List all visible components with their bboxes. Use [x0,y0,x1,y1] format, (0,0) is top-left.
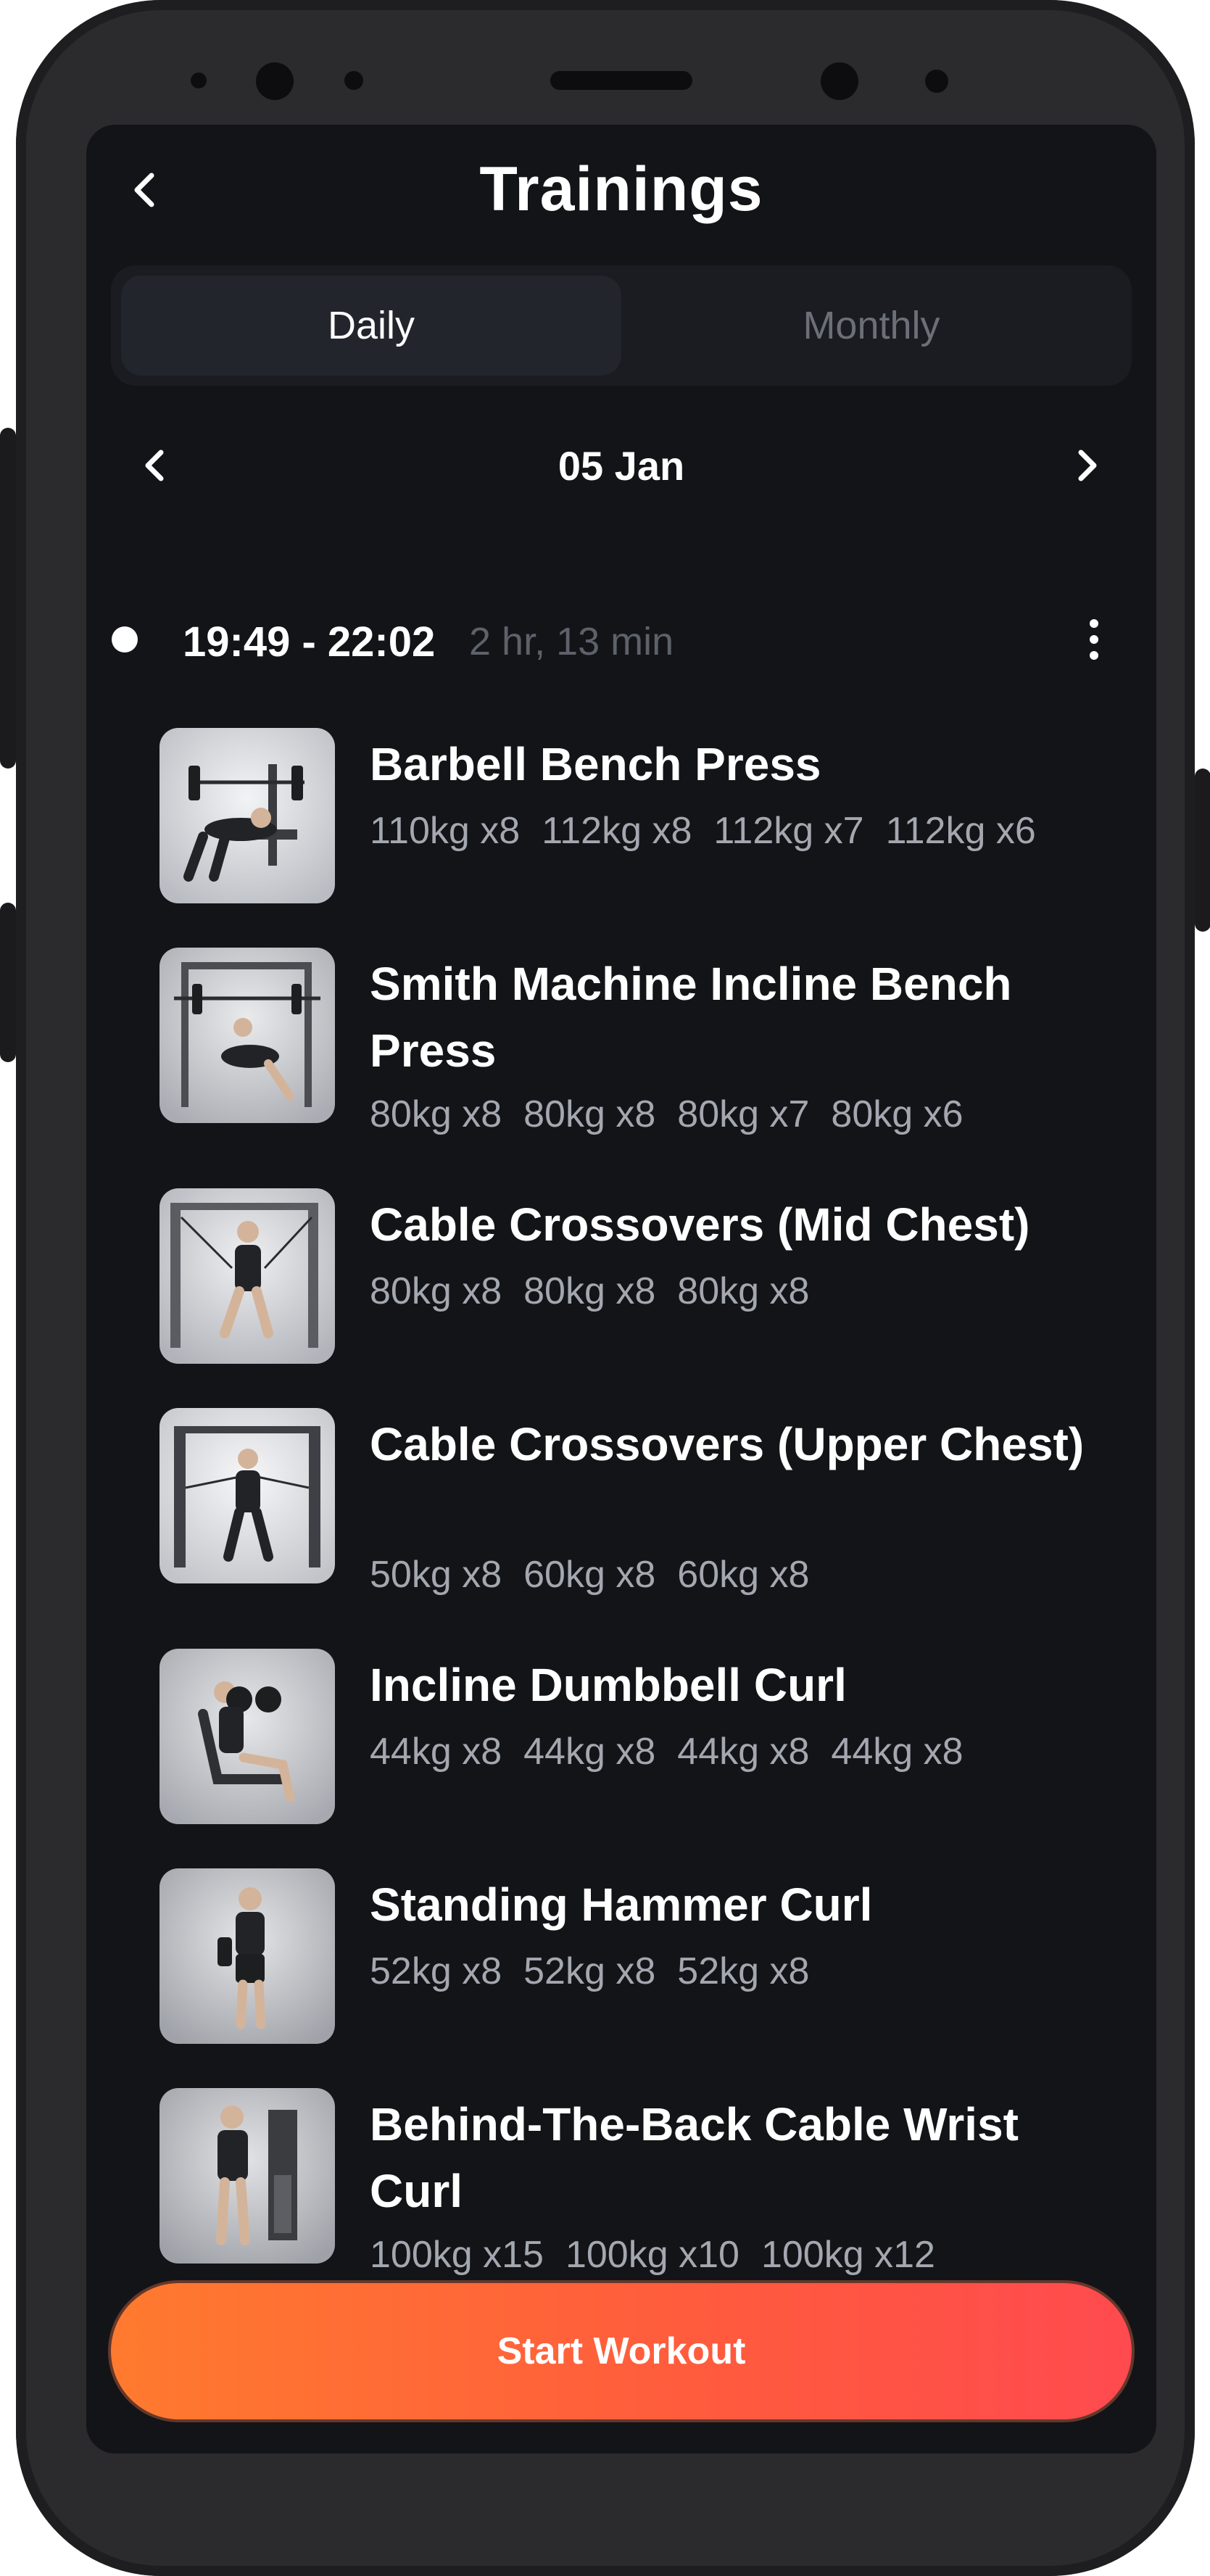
set-value: 112kg x7 [713,810,864,852]
set-value: 50kg x8 [370,1554,502,1596]
session-time-range: 19:49 - 22:02 [183,618,436,666]
exercise-name: Behind-The-Back Cable Wrist Curl [370,2098,1019,2217]
exercise-sets: 100kg x15 100kg x10 100kg x12 [370,2233,957,2277]
set-value: 80kg x8 [370,1270,502,1312]
exercise-name: Standing Hammer Curl [370,1879,873,1931]
set-value: 52kg x8 [523,1950,656,1992]
app-screen: Trainings Daily Monthly 05 Jan 19:49 - 2… [86,125,1156,2453]
phone-side-button [0,903,16,1062]
session-header: 19:49 - 22:02 2 hr, 13 min [86,603,1156,676]
phone-side-button [1195,769,1210,932]
page-title: Trainings [479,154,763,224]
exercise-sets: 52kg x8 52kg x8 52kg x8 [370,1950,831,1993]
session-dot-icon [112,626,138,653]
earpiece-speaker [550,71,692,90]
exercise-sets: 50kg x8 60kg x8 60kg x8 [370,1553,831,1596]
set-value: 80kg x8 [677,1270,810,1312]
set-value: 60kg x8 [677,1554,810,1596]
set-value: 100kg x15 [370,2234,544,2276]
set-value: 60kg x8 [523,1554,656,1596]
current-date: 05 Jan [558,443,685,489]
exercise-thumbnail [159,2088,335,2264]
set-value: 52kg x8 [677,1950,810,1992]
exercise-thumbnail [159,728,335,903]
exercise-thumbnail [159,1188,335,1364]
set-value: 112kg x8 [542,810,692,852]
set-value: 80kg x7 [677,1093,810,1135]
start-workout-button[interactable]: Start Workout [111,2283,1132,2419]
exercise-name: Smith Machine Incline Bench Press [370,958,1012,1077]
set-value: 100kg x10 [565,2234,739,2276]
exercise-thumbnail [159,1649,335,1824]
set-value: 80kg x8 [523,1270,656,1312]
period-segmented-control: Daily Monthly [111,265,1132,386]
exercise-thumbnail [159,1408,335,1583]
set-value: 44kg x8 [370,1731,502,1773]
set-value: 44kg x8 [831,1731,964,1773]
set-value: 80kg x8 [370,1093,502,1135]
set-value: 44kg x8 [523,1731,656,1773]
sensor-dot [191,73,207,88]
sensor-dot [925,70,948,93]
exercise-name: Incline Dumbbell Curl [370,1659,847,1711]
set-value: 110kg x8 [370,810,521,852]
next-date-button[interactable] [1058,436,1116,494]
front-camera [821,62,858,100]
date-navigator: 05 Jan [86,429,1156,502]
set-value: 44kg x8 [677,1731,810,1773]
phone-frame: Trainings Daily Monthly 05 Jan 19:49 - 2… [0,0,1210,2576]
session-menu-button[interactable] [1072,610,1116,668]
exercise-name: Barbell Bench Press [370,738,821,790]
exercise-sets: 80kg x8 80kg x8 80kg x8 [370,1270,831,1313]
chevron-right-icon [1078,450,1097,481]
set-value: 80kg x6 [831,1093,964,1135]
set-value: 80kg x8 [523,1093,656,1135]
session-duration: 2 hr, 13 min [469,620,674,663]
set-value: 100kg x12 [761,2234,935,2276]
exercise-sets: 80kg x8 80kg x8 80kg x7 80kg x6 [370,1093,985,1136]
exercise-thumbnail [159,1868,335,2044]
exercise-thumbnail [159,948,335,1123]
exercise-sets: 110kg x8 112kg x8 112kg x7 112kg x6 [370,809,1058,853]
more-vertical-icon [1090,619,1098,660]
front-camera [256,62,294,100]
sensor-dot [344,71,363,90]
exercise-name: Cable Crossovers (Mid Chest) [370,1198,1030,1251]
tab-monthly[interactable]: Monthly [621,276,1122,376]
tab-daily[interactable]: Daily [121,276,621,376]
exercise-sets: 44kg x8 44kg x8 44kg x8 44kg x8 [370,1730,985,1773]
set-value: 52kg x8 [370,1950,502,1992]
exercise-name: Cable Crossovers (Upper Chest) [370,1418,1085,1470]
set-value: 112kg x6 [885,810,1036,852]
phone-side-button [0,428,16,769]
